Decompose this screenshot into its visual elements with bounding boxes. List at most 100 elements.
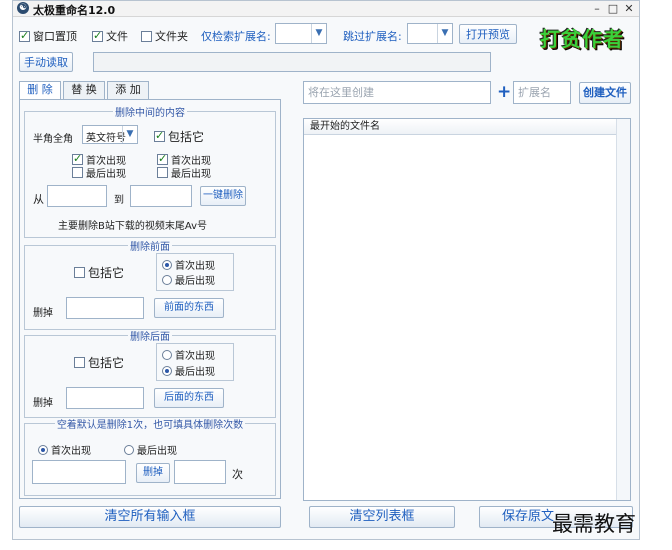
to-input[interactable] (130, 185, 192, 207)
from-input[interactable] (47, 185, 107, 207)
list-header: 最开始的文件名 (304, 119, 616, 135)
delete-front-group: 删除前面 (24, 238, 276, 330)
to-label: 到 (114, 195, 124, 206)
checkbox-check-icon (19, 29, 30, 42)
checkbox-empty-icon (157, 167, 168, 178)
app-icon: ☯ (17, 2, 29, 14)
title-bar: ☯ 太极重命名12.0 – □ ✕ (13, 1, 639, 17)
clear-list-button[interactable]: 清空列表框 (309, 506, 455, 528)
delete-count-title: 空着默认是删除1次，也可填具体删除次数 (56, 420, 244, 431)
checkbox-empty-icon (141, 30, 152, 42)
create-name-input[interactable]: 将在这里创建 (303, 81, 491, 104)
only-ext-label: 仅检索扩展名: (201, 30, 271, 43)
delete-back-title: 删除后面 (130, 332, 170, 343)
radio-selected-icon (162, 365, 172, 376)
back-first-label: 首次出现 (175, 351, 215, 362)
window-title: 太极重命名12.0 (33, 4, 116, 17)
front-first-label: 首次出现 (175, 261, 215, 272)
only-ext-select[interactable]: ▼ (275, 23, 327, 44)
front-last-label: 最后出现 (175, 276, 215, 287)
right-last-label: 最后出现 (171, 169, 211, 180)
front-first-radio[interactable]: 首次出现 (162, 257, 215, 272)
left-last-checkbox[interactable]: 最后出现 (72, 165, 126, 180)
back-last-radio[interactable]: 最后出现 (162, 363, 215, 378)
clear-inputs-button[interactable]: 清空所有输入框 (19, 506, 281, 528)
from-label: 从 (33, 193, 44, 206)
checkbox-empty-icon (72, 167, 83, 178)
checkbox-check-icon (92, 29, 103, 42)
back-first-radio[interactable]: 首次出现 (162, 347, 215, 362)
middle-include-label: 包括它 (168, 130, 205, 144)
radio-empty-icon (162, 274, 172, 285)
skip-ext-label: 跳过扩展名: (343, 30, 402, 43)
left-last-label: 最后出现 (86, 169, 126, 180)
count-unit-label: 次 (232, 468, 243, 481)
chevron-down-icon: ▼ (311, 24, 326, 43)
file-list[interactable]: 最开始的文件名 (303, 118, 631, 501)
list-scrollbar[interactable] (616, 119, 630, 500)
width-select-value: 英文符号 (86, 133, 126, 144)
count-first-radio[interactable]: 首次出现 (38, 442, 91, 457)
create-file-button[interactable]: 创建文件 (579, 82, 631, 104)
width-label: 半角全角 (33, 134, 73, 145)
front-delete-input[interactable] (66, 297, 144, 319)
tab-add[interactable]: 添 加 (107, 81, 149, 99)
delete-back-group: 删除后面 (24, 328, 276, 418)
checkbox-check-icon (154, 129, 165, 142)
open-preview-button[interactable]: 打开预览 (459, 24, 517, 44)
back-last-label: 最后出现 (175, 367, 215, 378)
extension-input[interactable]: 扩展名 (513, 81, 571, 104)
close-button[interactable]: ✕ (621, 1, 637, 16)
app-window: ☯ 太极重命名12.0 – □ ✕ 窗口置顶 文件 文件夹 仅检索扩展名: ▼ … (12, 0, 640, 540)
folder-label: 文件夹 (155, 30, 188, 43)
radio-empty-icon (124, 444, 134, 455)
file-label: 文件 (106, 30, 128, 43)
back-delete-button[interactable]: 后面的东西 (154, 388, 224, 408)
minimize-button[interactable]: – (589, 1, 605, 16)
width-select[interactable]: 英文符号 ▼ (82, 125, 138, 144)
checkbox-empty-icon (74, 267, 85, 278)
manual-read-button[interactable]: 手动读取 (19, 52, 73, 72)
skip-ext-select[interactable]: ▼ (407, 23, 453, 44)
checkbox-check-icon (157, 152, 168, 165)
topmost-label: 窗口置顶 (33, 30, 77, 43)
front-include-checkbox[interactable]: 包括它 (74, 264, 124, 281)
front-include-label: 包括它 (88, 266, 125, 280)
front-delete-button[interactable]: 前面的东西 (154, 298, 224, 318)
tab-delete[interactable]: 删 除 (19, 81, 61, 100)
maximize-button[interactable]: □ (605, 1, 621, 16)
delete-panel: 删除中间的内容 半角全角 英文符号 ▼ 包括它 首次出现 最后出现 首次出现 最… (19, 99, 281, 499)
middle-include-checkbox[interactable]: 包括它 (154, 128, 204, 145)
front-delete-label: 删掉 (33, 308, 53, 319)
tab-replace[interactable]: 替 换 (63, 81, 105, 99)
topmost-checkbox[interactable]: 窗口置顶 (19, 28, 77, 44)
back-include-checkbox[interactable]: 包括它 (74, 354, 124, 371)
path-display (93, 52, 491, 72)
radio-empty-icon (162, 349, 172, 360)
middle-note: 主要删除B站下载的视频末尾Av号 (58, 221, 208, 232)
back-delete-label: 删掉 (33, 398, 53, 409)
back-delete-input[interactable] (66, 387, 144, 409)
count-first-label: 首次出现 (51, 446, 91, 457)
logo: 打贫作者 (540, 27, 624, 51)
chevron-down-icon: ▼ (437, 24, 452, 43)
count-number-input[interactable] (174, 460, 226, 484)
radio-selected-icon (162, 259, 172, 270)
delete-front-title: 删除前面 (130, 242, 170, 253)
count-last-label: 最后出现 (137, 446, 177, 457)
plus-icon: + (497, 82, 512, 102)
one-key-delete-button[interactable]: 一键删除 (200, 186, 246, 206)
checkbox-check-icon (72, 152, 83, 165)
radio-selected-icon (38, 444, 48, 455)
checkbox-empty-icon (74, 357, 85, 368)
delete-middle-title: 删除中间的内容 (115, 108, 185, 119)
front-last-radio[interactable]: 最后出现 (162, 272, 215, 287)
file-checkbox[interactable]: 文件 (92, 28, 128, 44)
count-last-radio[interactable]: 最后出现 (124, 442, 177, 457)
watermark: 最需教育 (552, 512, 636, 536)
count-delete-button[interactable]: 删掉 (136, 463, 170, 483)
chevron-down-icon: ▼ (122, 126, 137, 143)
count-delete-input[interactable] (32, 460, 126, 484)
right-last-checkbox[interactable]: 最后出现 (157, 165, 211, 180)
folder-checkbox[interactable]: 文件夹 (141, 28, 188, 44)
